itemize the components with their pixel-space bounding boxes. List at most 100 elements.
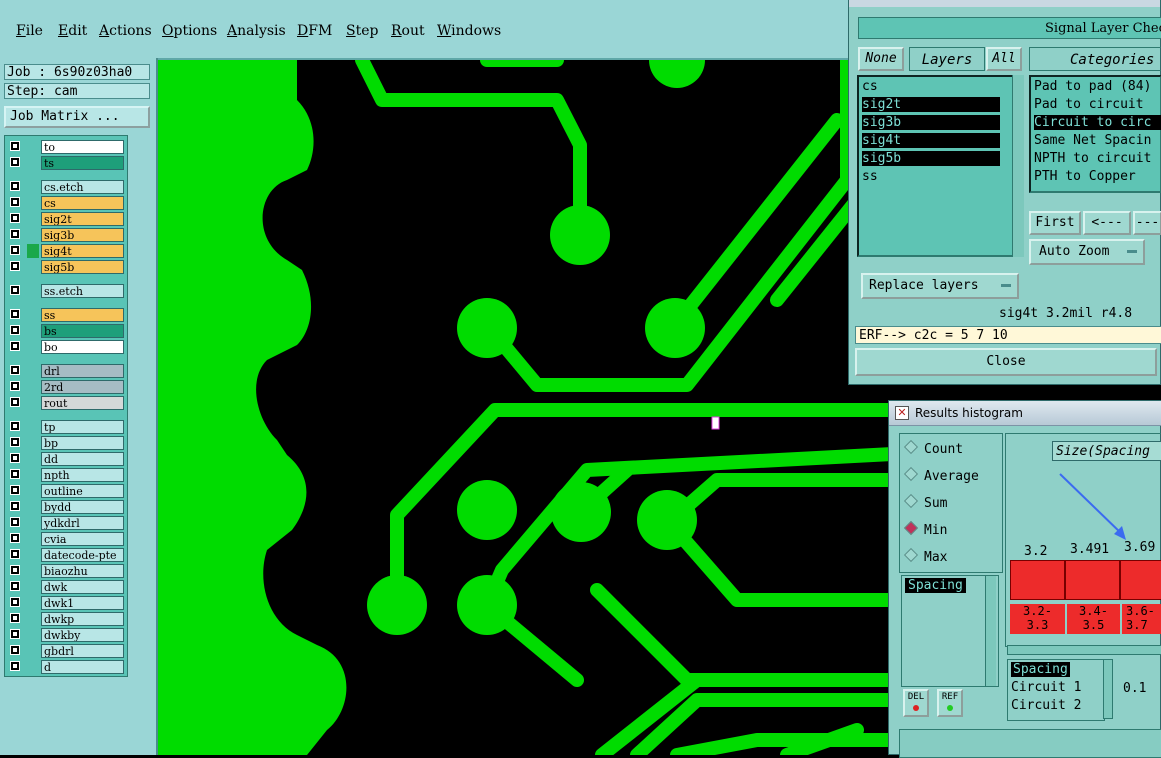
layer-name[interactable]: ss.etch bbox=[41, 284, 124, 298]
close-button[interactable]: Close bbox=[855, 348, 1157, 376]
checkbox-icon[interactable] bbox=[10, 341, 20, 351]
next-button[interactable]: ---- bbox=[1133, 211, 1161, 235]
checkbox-icon[interactable] bbox=[10, 485, 20, 495]
checkbox-icon[interactable] bbox=[10, 397, 20, 407]
checkbox-icon[interactable] bbox=[10, 309, 20, 319]
layer-name[interactable]: dwk1 bbox=[41, 596, 124, 610]
layer-item[interactable]: sig5b bbox=[862, 151, 1000, 166]
layer-name[interactable]: cvia bbox=[41, 532, 124, 546]
layer-row[interactable]: sig2t bbox=[7, 212, 125, 226]
layers-scrollbar[interactable] bbox=[1012, 75, 1024, 257]
option-sum[interactable]: Sum bbox=[903, 493, 947, 511]
layer-name[interactable]: gbdrl bbox=[41, 644, 124, 658]
layer-row[interactable]: dwk1 bbox=[7, 596, 125, 610]
checkbox-icon[interactable] bbox=[10, 325, 20, 335]
result-item[interactable]: Circuit 1 bbox=[1011, 680, 1081, 695]
menu-windows[interactable]: Windows bbox=[437, 23, 501, 39]
spacing-item[interactable]: Spacing bbox=[905, 578, 966, 593]
layer-item[interactable]: cs bbox=[862, 79, 878, 94]
option-average[interactable]: Average bbox=[903, 466, 979, 484]
result-item[interactable]: Circuit 2 bbox=[1011, 698, 1081, 713]
option-max[interactable]: Max bbox=[903, 547, 947, 565]
checkbox-icon[interactable] bbox=[10, 453, 20, 463]
auto-zoom-select[interactable]: Auto Zoom bbox=[1029, 239, 1145, 265]
option-count[interactable]: Count bbox=[903, 439, 963, 457]
layer-list[interactable]: to ts cs.etch cs sig2t sig3b sig4t sig5b ss.etch… bbox=[4, 135, 128, 677]
del-button[interactable]: DEL bbox=[903, 689, 929, 717]
erf-field[interactable]: ERF--> c2c = 5 7 10 bbox=[855, 326, 1161, 344]
layer-row[interactable]: tp bbox=[7, 420, 125, 434]
layer-row[interactable]: dd bbox=[7, 452, 125, 466]
category-item[interactable]: PTH to Copper bbox=[1034, 169, 1136, 184]
menu-step[interactable]: Step bbox=[346, 23, 378, 39]
layer-name[interactable]: dwkby bbox=[41, 628, 124, 642]
layer-name[interactable]: ss bbox=[41, 308, 124, 322]
checkbox-icon[interactable] bbox=[10, 581, 20, 591]
results-viewer-titlebar[interactable] bbox=[849, 0, 1160, 7]
menu-file[interactable]: File bbox=[16, 23, 43, 39]
ref-button[interactable]: REF bbox=[937, 689, 963, 717]
checkbox-icon[interactable] bbox=[10, 213, 20, 223]
histogram-bar[interactable] bbox=[1065, 560, 1120, 600]
layer-name[interactable]: ydkdrl bbox=[41, 516, 124, 530]
checkbox-icon[interactable] bbox=[10, 629, 20, 639]
checkbox-icon[interactable] bbox=[10, 597, 20, 607]
checkbox-icon[interactable] bbox=[10, 157, 20, 167]
layer-item[interactable]: sig4t bbox=[862, 133, 1000, 148]
layer-name[interactable]: to bbox=[41, 140, 124, 154]
checkbox-icon[interactable] bbox=[10, 533, 20, 543]
layer-name[interactable]: d bbox=[41, 660, 124, 674]
layer-name[interactable]: outline bbox=[41, 484, 124, 498]
checkbox-icon[interactable] bbox=[10, 549, 20, 559]
category-item[interactable]: Circuit to circ bbox=[1034, 115, 1161, 130]
layer-name[interactable]: biaozhu bbox=[41, 564, 124, 578]
layer-row[interactable]: npth bbox=[7, 468, 125, 482]
layer-name[interactable]: dd bbox=[41, 452, 124, 466]
step-value[interactable]: 0.1 bbox=[1123, 681, 1146, 696]
layer-name[interactable]: cs bbox=[41, 196, 124, 210]
layer-name[interactable]: tp bbox=[41, 420, 124, 434]
layer-row[interactable]: bs bbox=[7, 324, 125, 338]
checkbox-icon[interactable] bbox=[10, 421, 20, 431]
layer-name[interactable]: cs.etch bbox=[41, 180, 124, 194]
checkbox-icon[interactable] bbox=[10, 141, 20, 151]
layers-all-button[interactable]: All bbox=[986, 47, 1022, 71]
layer-name[interactable]: dwk bbox=[41, 580, 124, 594]
menu-rout[interactable]: Rout bbox=[391, 23, 425, 39]
layer-name[interactable]: bs bbox=[41, 324, 124, 338]
result-item[interactable]: Spacing bbox=[1011, 662, 1070, 677]
layer-row[interactable]: bp bbox=[7, 436, 125, 450]
layer-row[interactable]: biaozhu bbox=[7, 564, 125, 578]
layer-item[interactable]: ss bbox=[862, 169, 878, 184]
checkbox-icon[interactable] bbox=[10, 181, 20, 191]
category-item[interactable]: Pad to circuit bbox=[1034, 97, 1144, 112]
category-item[interactable]: NPTH to circuit bbox=[1034, 151, 1151, 166]
layer-row[interactable]: sig5b bbox=[7, 260, 125, 274]
layer-name[interactable]: sig2t bbox=[41, 212, 124, 226]
menu-edit[interactable]: Edit bbox=[58, 23, 87, 39]
layer-row[interactable]: bydd bbox=[7, 500, 125, 514]
layer-row[interactable]: dwkby bbox=[7, 628, 125, 642]
category-item[interactable]: Pad to pad (84) bbox=[1034, 79, 1151, 94]
job-matrix-button[interactable]: Job Matrix ... bbox=[4, 106, 150, 128]
menu-actions[interactable]: Actions bbox=[99, 23, 152, 39]
checkbox-icon[interactable] bbox=[10, 261, 20, 271]
replace-layers-select[interactable]: Replace layers bbox=[861, 273, 1019, 299]
checkbox-icon[interactable] bbox=[10, 437, 20, 447]
checkbox-icon[interactable] bbox=[10, 285, 20, 295]
histogram-titlebar[interactable]: ✕ Results histogram bbox=[889, 401, 1161, 426]
result-list-scrollbar[interactable] bbox=[1103, 659, 1113, 719]
layer-row[interactable]: d bbox=[7, 660, 125, 674]
category-item[interactable]: Same Net Spacin bbox=[1034, 133, 1151, 148]
layer-name[interactable]: ts bbox=[41, 156, 124, 170]
layer-row[interactable]: to bbox=[7, 140, 125, 154]
layer-row[interactable]: ydkdrl bbox=[7, 516, 125, 530]
option-min[interactable]: Min bbox=[903, 520, 947, 538]
checkbox-icon[interactable] bbox=[10, 197, 20, 207]
layer-row[interactable]: cs.etch bbox=[7, 180, 125, 194]
spacing-scrollbar[interactable] bbox=[985, 576, 996, 686]
layer-row[interactable]: bo bbox=[7, 340, 125, 354]
layer-name[interactable]: sig5b bbox=[41, 260, 124, 274]
menu-options[interactable]: Options bbox=[162, 23, 217, 39]
first-button[interactable]: First bbox=[1029, 211, 1081, 235]
